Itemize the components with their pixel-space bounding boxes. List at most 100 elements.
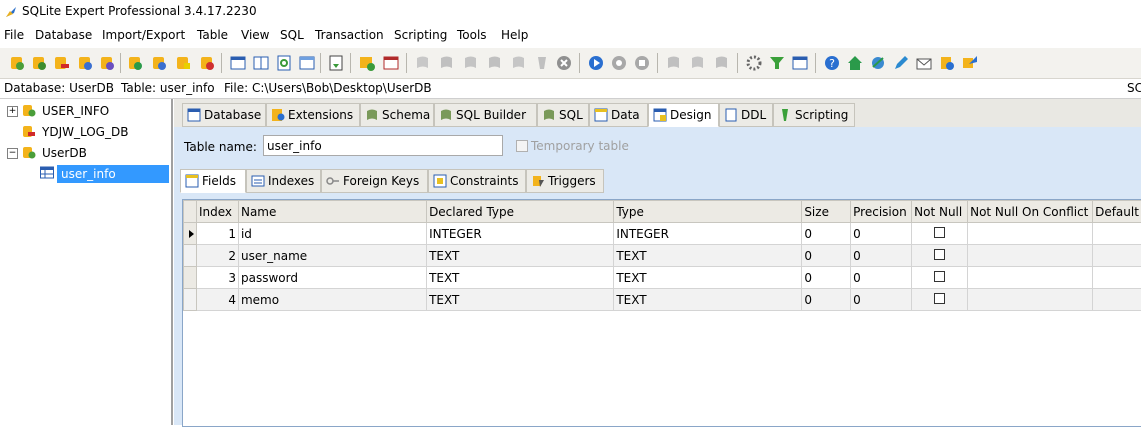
mail-icon[interactable] xyxy=(915,54,933,72)
cell-name[interactable]: memo xyxy=(238,289,426,311)
collapse-icon[interactable]: − xyxy=(7,148,18,159)
cell-type[interactable]: TEXT xyxy=(614,245,802,267)
tree-item-ydjw-log-db[interactable]: YDJW_LOG_DB xyxy=(42,125,128,139)
cell-precision[interactable]: 0 xyxy=(851,289,912,311)
cell-declared-type[interactable]: TEXT xyxy=(427,245,614,267)
column-header-precision[interactable]: Precision xyxy=(851,201,912,223)
column-header-type[interactable]: Type xyxy=(614,201,802,223)
column-header-size[interactable]: Size xyxy=(802,201,851,223)
transaction-commit-icon[interactable] xyxy=(689,54,707,72)
cell-default[interactable] xyxy=(1093,289,1141,311)
column-header-default[interactable]: Default xyxy=(1093,201,1141,223)
cell-precision[interactable]: 0 xyxy=(851,223,912,245)
menu-sql[interactable]: SQL xyxy=(280,28,304,42)
cell-index[interactable]: 4 xyxy=(197,289,239,311)
pen-icon[interactable] xyxy=(892,54,910,72)
cell-default[interactable] xyxy=(1093,267,1141,289)
database-compact-icon[interactable] xyxy=(198,54,216,72)
cell-size[interactable]: 0 xyxy=(802,267,851,289)
tab-schema[interactable]: Schema xyxy=(360,103,434,127)
cell-not-null-on-conflict[interactable] xyxy=(968,245,1093,267)
database-refresh-icon[interactable] xyxy=(150,54,168,72)
tab-database[interactable]: Database xyxy=(182,103,266,127)
cell-size[interactable]: 0 xyxy=(802,289,851,311)
tab-sql[interactable]: SQL xyxy=(537,103,589,127)
close-database-icon[interactable] xyxy=(52,54,70,72)
cell-type[interactable]: TEXT xyxy=(614,289,802,311)
script-break-icon[interactable] xyxy=(533,54,551,72)
script-icon[interactable] xyxy=(414,54,432,72)
table-row[interactable]: 1 id INTEGER INTEGER 0 0 xyxy=(184,223,1141,245)
expand-icon[interactable]: + xyxy=(7,106,18,117)
new-table-icon[interactable] xyxy=(229,54,247,72)
cell-not-null[interactable] xyxy=(912,289,968,311)
cell-not-null-on-conflict[interactable] xyxy=(968,289,1093,311)
menu-tools[interactable]: Tools xyxy=(457,28,487,42)
column-header-not-null[interactable]: Not Null xyxy=(912,201,968,223)
detach-database-icon[interactable] xyxy=(98,54,116,72)
settings-gear-icon[interactable] xyxy=(745,54,763,72)
home-icon[interactable] xyxy=(846,54,864,72)
menu-help[interactable]: Help xyxy=(501,28,528,42)
database-tool-icon[interactable] xyxy=(126,54,144,72)
cell-index[interactable]: 3 xyxy=(197,267,239,289)
tree-item-user-info-db[interactable]: USER_INFO xyxy=(42,104,109,118)
cell-name[interactable]: password xyxy=(238,267,426,289)
cell-not-null[interactable] xyxy=(912,245,968,267)
sql-file-icon[interactable] xyxy=(382,54,400,72)
cell-not-null[interactable] xyxy=(912,267,968,289)
import-icon[interactable] xyxy=(327,54,345,72)
transaction-rollback-icon[interactable] xyxy=(713,54,731,72)
web-icon[interactable] xyxy=(869,54,887,72)
menu-transaction[interactable]: Transaction xyxy=(315,28,384,42)
cell-declared-type[interactable]: INTEGER xyxy=(427,223,614,245)
not-null-checkbox[interactable] xyxy=(934,271,945,282)
new-database-icon[interactable] xyxy=(8,54,26,72)
tab-design[interactable]: Design xyxy=(648,103,719,127)
tab-data[interactable]: Data xyxy=(589,103,648,127)
cell-declared-type[interactable]: TEXT xyxy=(427,267,614,289)
cell-precision[interactable]: 0 xyxy=(851,267,912,289)
transaction-begin-icon[interactable] xyxy=(665,54,683,72)
database-tree[interactable]: + USER_INFO YDJW_LOG_DB − UserDB user_in… xyxy=(0,99,173,425)
cell-index[interactable]: 1 xyxy=(197,223,239,245)
menu-import-export[interactable]: Import/Export xyxy=(102,28,185,42)
subtab-foreign-keys[interactable]: Foreign Keys xyxy=(321,169,428,193)
not-null-checkbox[interactable] xyxy=(934,249,945,260)
column-header-index[interactable]: Index xyxy=(197,201,239,223)
tab-extensions[interactable]: Extensions xyxy=(266,103,360,127)
table-view-icon[interactable] xyxy=(298,54,316,72)
stop-query-icon[interactable] xyxy=(633,54,651,72)
attach-database-icon[interactable] xyxy=(76,54,94,72)
script-pause-icon[interactable] xyxy=(486,54,504,72)
table-row[interactable]: 3 password TEXT TEXT 0 0 xyxy=(184,267,1141,289)
cell-not-null-on-conflict[interactable] xyxy=(968,267,1093,289)
cell-default[interactable] xyxy=(1093,223,1141,245)
refresh-table-icon[interactable] xyxy=(275,54,293,72)
script-step-icon[interactable] xyxy=(462,54,480,72)
filter-icon[interactable] xyxy=(768,54,786,72)
cell-name[interactable]: user_name xyxy=(238,245,426,267)
cell-not-null[interactable] xyxy=(912,223,968,245)
tree-item-userdb[interactable]: UserDB xyxy=(42,146,87,160)
not-null-checkbox[interactable] xyxy=(934,293,945,304)
table-name-input[interactable] xyxy=(263,135,503,156)
window-icon[interactable] xyxy=(791,54,809,72)
cell-declared-type[interactable]: TEXT xyxy=(427,289,614,311)
not-null-checkbox[interactable] xyxy=(934,227,945,238)
open-database-icon[interactable] xyxy=(30,54,48,72)
about-icon[interactable] xyxy=(961,54,979,72)
cell-not-null-on-conflict[interactable] xyxy=(968,223,1093,245)
tab-sql-builder[interactable]: SQL Builder xyxy=(434,103,537,127)
tab-ddl[interactable]: DDL xyxy=(719,103,773,127)
cell-type[interactable]: TEXT xyxy=(614,267,802,289)
grid-add-icon[interactable] xyxy=(358,54,376,72)
cell-name[interactable]: id xyxy=(238,223,426,245)
subtab-triggers[interactable]: Triggers xyxy=(526,169,604,193)
cell-precision[interactable]: 0 xyxy=(851,245,912,267)
column-header-declared-type[interactable]: Declared Type xyxy=(427,201,614,223)
cell-default[interactable] xyxy=(1093,245,1141,267)
cell-size[interactable]: 0 xyxy=(802,223,851,245)
table-row[interactable]: 4 memo TEXT TEXT 0 0 xyxy=(184,289,1141,311)
subtab-indexes[interactable]: Indexes xyxy=(246,169,321,193)
